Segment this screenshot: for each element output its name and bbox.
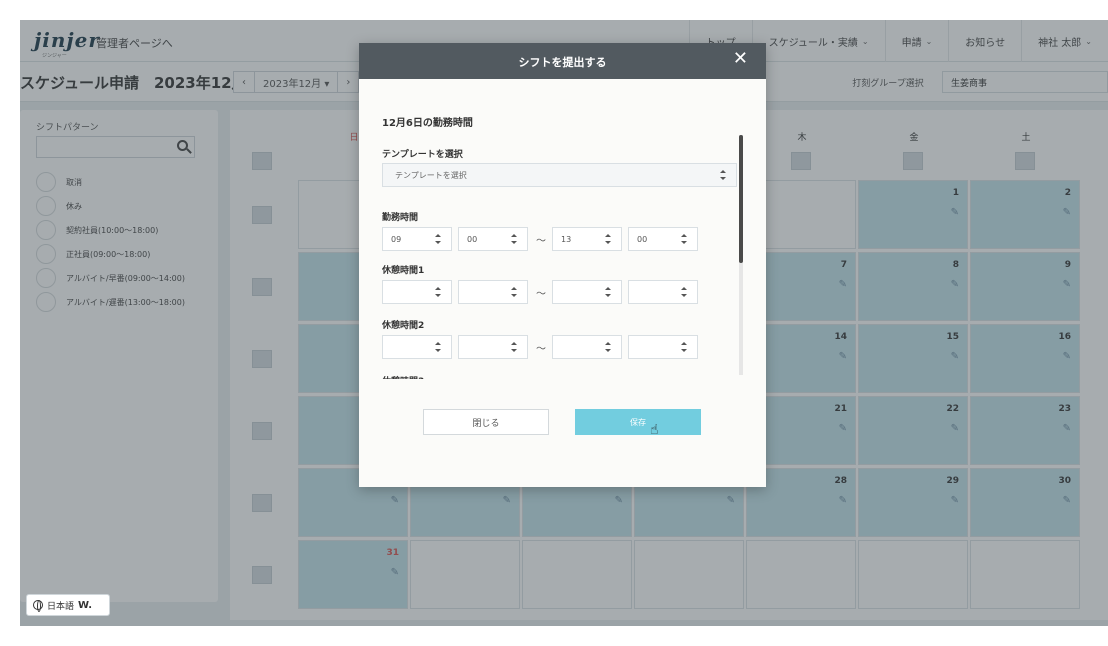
work-end-hour-select[interactable]: 13 bbox=[552, 227, 622, 251]
w-logo: W. bbox=[78, 599, 93, 611]
select-arrows-icon bbox=[435, 341, 441, 353]
break2-start-minute-select[interactable] bbox=[458, 335, 528, 359]
select-value: 09 bbox=[391, 234, 402, 244]
break2-label: 休憩時間2 bbox=[382, 321, 425, 331]
break1-start-minute-select[interactable] bbox=[458, 280, 528, 304]
language-button[interactable]: 日本語 W. bbox=[26, 594, 110, 616]
select-arrows-icon bbox=[511, 341, 517, 353]
break1-label: 休憩時間1 bbox=[382, 266, 425, 276]
select-value: 00 bbox=[637, 234, 648, 244]
submit-shift-modal: シフトを提出する ✕ 12月6日の勤務時間 テンプレートを選択 テンプレートを選… bbox=[359, 43, 766, 487]
select-arrows-icon bbox=[605, 341, 611, 353]
break1-end-minute-select[interactable] bbox=[628, 280, 698, 304]
break3-label: 休憩時間3 bbox=[382, 374, 424, 379]
select-arrows-icon bbox=[435, 233, 441, 245]
close-button[interactable]: 閉じる bbox=[423, 409, 549, 435]
work-start-minute-select[interactable]: 00 bbox=[458, 227, 528, 251]
select-arrows-icon bbox=[681, 286, 687, 298]
template-label: テンプレートを選択 bbox=[382, 150, 463, 160]
select-arrows-icon bbox=[720, 169, 726, 181]
template-select[interactable]: テンプレートを選択 bbox=[382, 163, 737, 187]
select-arrows-icon bbox=[605, 286, 611, 298]
break1-start-hour-select[interactable] bbox=[382, 280, 452, 304]
modal-title: シフトを提出する bbox=[518, 56, 607, 69]
select-value: 00 bbox=[467, 234, 478, 244]
modal-header: シフトを提出する ✕ bbox=[359, 43, 766, 79]
break2-start-hour-select[interactable] bbox=[382, 335, 452, 359]
select-arrows-icon bbox=[435, 286, 441, 298]
work-end-minute-select[interactable]: 00 bbox=[628, 227, 698, 251]
language-label: 日本語 bbox=[47, 601, 75, 612]
select-arrows-icon bbox=[681, 341, 687, 353]
break1-end-hour-select[interactable] bbox=[552, 280, 622, 304]
hand-cursor-icon: ☝ bbox=[650, 422, 659, 438]
select-value: 13 bbox=[561, 234, 572, 244]
range-tilde: 〜 bbox=[536, 236, 546, 247]
break2-end-minute-select[interactable] bbox=[628, 335, 698, 359]
range-tilde: 〜 bbox=[536, 344, 546, 355]
modal-scrollbar-thumb[interactable] bbox=[739, 135, 743, 263]
close-icon[interactable]: ✕ bbox=[733, 50, 748, 68]
save-button[interactable]: 保存 bbox=[575, 409, 701, 435]
select-arrows-icon bbox=[681, 233, 687, 245]
globe-icon bbox=[33, 600, 43, 612]
work-time-label: 勤務時間 bbox=[382, 213, 419, 223]
select-arrows-icon bbox=[511, 286, 517, 298]
work-start-hour-select[interactable]: 09 bbox=[382, 227, 452, 251]
work-date-heading: 12月6日の勤務時間 bbox=[382, 118, 473, 129]
select-arrows-icon bbox=[605, 233, 611, 245]
range-tilde: 〜 bbox=[536, 289, 546, 300]
template-select-value: テンプレートを選択 bbox=[395, 170, 467, 180]
break2-end-hour-select[interactable] bbox=[552, 335, 622, 359]
select-arrows-icon bbox=[511, 233, 517, 245]
